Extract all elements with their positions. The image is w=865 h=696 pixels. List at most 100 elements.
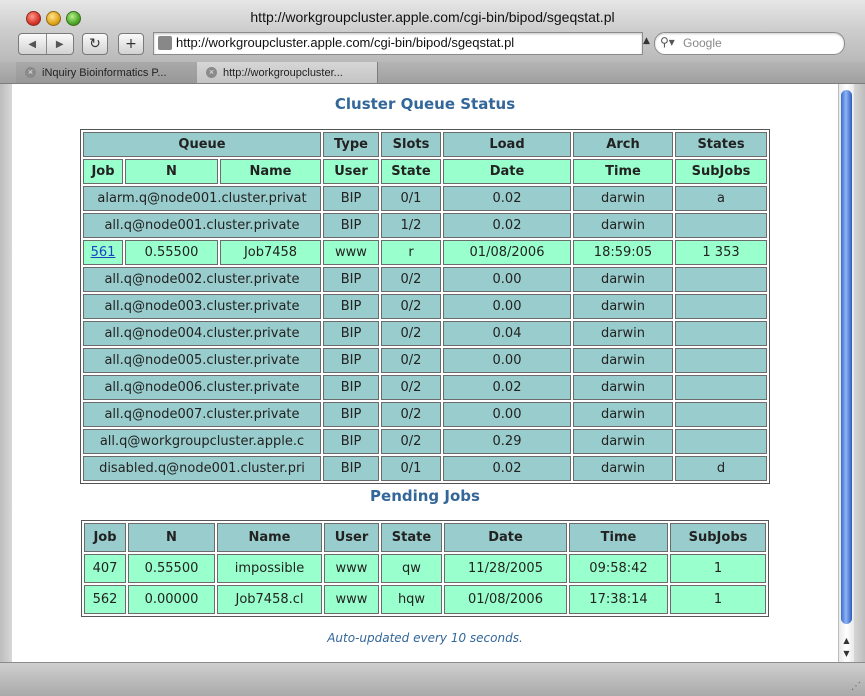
- queue-load: 0.00: [443, 294, 571, 319]
- pending-row: 562 0.00000 Job7458.cl www hqw 01/08/200…: [84, 585, 766, 614]
- col-date: Date: [444, 523, 567, 552]
- toolbar: http://workgroupcluster.apple.com/cgi-bi…: [0, 0, 865, 63]
- add-bookmark-button[interactable]: +: [118, 33, 144, 55]
- queue-header-row: Queue Type Slots Load Arch States: [83, 132, 767, 157]
- queue-status-title: Cluster Queue Status: [334, 95, 516, 113]
- queue-arch: darwin: [573, 213, 673, 238]
- queue-row: alarm.q@node001.cluster.privat BIP 0/1 0…: [83, 186, 767, 211]
- queue-states: [675, 402, 767, 427]
- job-n: 0.55500: [125, 240, 218, 265]
- back-icon[interactable]: ◀: [19, 34, 47, 54]
- pending-row: 407 0.55500 impossible www qw 11/28/2005…: [84, 554, 766, 583]
- queue-name: disabled.q@node001.cluster.pri: [83, 456, 321, 481]
- queue-row: all.q@node001.cluster.private BIP 1/2 0.…: [83, 213, 767, 238]
- queue-slots: 0/2: [381, 429, 441, 454]
- reload-icon: ↻: [89, 36, 101, 52]
- search-field[interactable]: ⚲▾ Google: [654, 32, 845, 55]
- pending-n: 0.00000: [128, 585, 215, 614]
- scroll-up-icon[interactable]: ▲: [839, 634, 854, 647]
- apple-favicon-icon: [158, 36, 172, 50]
- col-type: Type: [323, 132, 379, 157]
- vertical-scrollbar[interactable]: ▲ ▼: [838, 84, 854, 662]
- queue-name: all.q@node005.cluster.private: [83, 348, 321, 373]
- queue-states: [675, 294, 767, 319]
- running-job-row: 561 0.55500 Job7458 www r 01/08/2006 18:…: [83, 240, 767, 265]
- queue-row: all.q@node007.cluster.private BIP 0/2 0.…: [83, 402, 767, 427]
- queue-arch: darwin: [573, 402, 673, 427]
- queue-load: 0.02: [443, 375, 571, 400]
- address-dropdown-icon[interactable]: ▲: [643, 36, 650, 46]
- queue-states: [675, 375, 767, 400]
- queue-type: BIP: [323, 213, 379, 238]
- col-load: Load: [443, 132, 571, 157]
- reload-button[interactable]: ↻: [82, 33, 108, 55]
- page-content: Cluster Queue Status Queue Type Slots Lo…: [12, 84, 838, 662]
- col-time: Time: [573, 159, 673, 184]
- col-n: N: [125, 159, 218, 184]
- job-header-row: Job N Name User State Date Time SubJobs: [83, 159, 767, 184]
- pending-job-id: 407: [84, 554, 126, 583]
- queue-arch: darwin: [573, 429, 673, 454]
- job-date: 01/08/2006: [443, 240, 571, 265]
- queue-load: 0.04: [443, 321, 571, 346]
- job-time: 18:59:05: [573, 240, 673, 265]
- queue-slots: 0/2: [381, 402, 441, 427]
- queue-states: [675, 213, 767, 238]
- search-placeholder: Google: [683, 36, 722, 50]
- queue-type: BIP: [323, 294, 379, 319]
- queue-arch: darwin: [573, 348, 673, 373]
- queue-name: all.q@node002.cluster.private: [83, 267, 321, 292]
- queue-states: a: [675, 186, 767, 211]
- status-bar: ⋰: [0, 662, 865, 696]
- col-date: Date: [443, 159, 571, 184]
- pending-date: 11/28/2005: [444, 554, 567, 583]
- queue-slots: 0/2: [381, 294, 441, 319]
- queue-name: all.q@node006.cluster.private: [83, 375, 321, 400]
- job-link[interactable]: 561: [91, 245, 116, 260]
- search-icon[interactable]: ⚲▾: [660, 35, 675, 49]
- col-user: User: [324, 523, 379, 552]
- pending-jobs-table: Job N Name User State Date Time SubJobs …: [81, 520, 769, 617]
- col-job: Job: [83, 159, 123, 184]
- queue-row: all.q@node003.cluster.private BIP 0/2 0.…: [83, 294, 767, 319]
- queue-states: [675, 267, 767, 292]
- queue-table: Queue Type Slots Load Arch States Job N …: [80, 129, 770, 484]
- forward-icon[interactable]: ▶: [47, 34, 74, 54]
- scroll-down-icon[interactable]: ▼: [839, 647, 854, 660]
- col-state: State: [381, 523, 442, 552]
- queue-type: BIP: [323, 456, 379, 481]
- back-forward-control: ◀ ▶: [18, 33, 74, 55]
- col-subjobs: SubJobs: [675, 159, 767, 184]
- resize-grip-icon[interactable]: ⋰: [851, 681, 861, 692]
- close-tab-icon[interactable]: ×: [25, 67, 36, 78]
- pending-n: 0.55500: [128, 554, 215, 583]
- col-state: State: [381, 159, 441, 184]
- queue-load: 0.29: [443, 429, 571, 454]
- col-user: User: [323, 159, 379, 184]
- address-url[interactable]: http://workgroupcluster.apple.com/cgi-bi…: [176, 35, 514, 50]
- pending-date: 01/08/2006: [444, 585, 567, 614]
- address-bar[interactable]: http://workgroupcluster.apple.com/cgi-bi…: [153, 32, 643, 55]
- queue-slots: 0/1: [381, 456, 441, 481]
- tab-sgeqstat[interactable]: × http://workgroupcluster...: [197, 62, 378, 83]
- queue-arch: darwin: [573, 294, 673, 319]
- pending-job-id: 562: [84, 585, 126, 614]
- scrollbar-thumb[interactable]: [841, 90, 852, 624]
- plus-icon: +: [125, 36, 137, 52]
- pending-state: qw: [381, 554, 442, 583]
- queue-arch: darwin: [573, 321, 673, 346]
- queue-states: [675, 429, 767, 454]
- pending-subjobs: 1: [670, 585, 766, 614]
- tab-inquiry[interactable]: × iNquiry Bioinformatics P...: [16, 62, 198, 83]
- queue-type: BIP: [323, 267, 379, 292]
- col-slots: Slots: [381, 132, 441, 157]
- queue-states: [675, 348, 767, 373]
- queue-name: alarm.q@node001.cluster.privat: [83, 186, 321, 211]
- pending-user: www: [324, 554, 379, 583]
- close-tab-icon[interactable]: ×: [206, 67, 217, 78]
- queue-load: 0.00: [443, 267, 571, 292]
- queue-row: all.q@node002.cluster.private BIP 0/2 0.…: [83, 267, 767, 292]
- queue-row: all.q@node004.cluster.private BIP 0/2 0.…: [83, 321, 767, 346]
- queue-row: disabled.q@node001.cluster.pri BIP 0/1 0…: [83, 456, 767, 481]
- queue-row: all.q@node005.cluster.private BIP 0/2 0.…: [83, 348, 767, 373]
